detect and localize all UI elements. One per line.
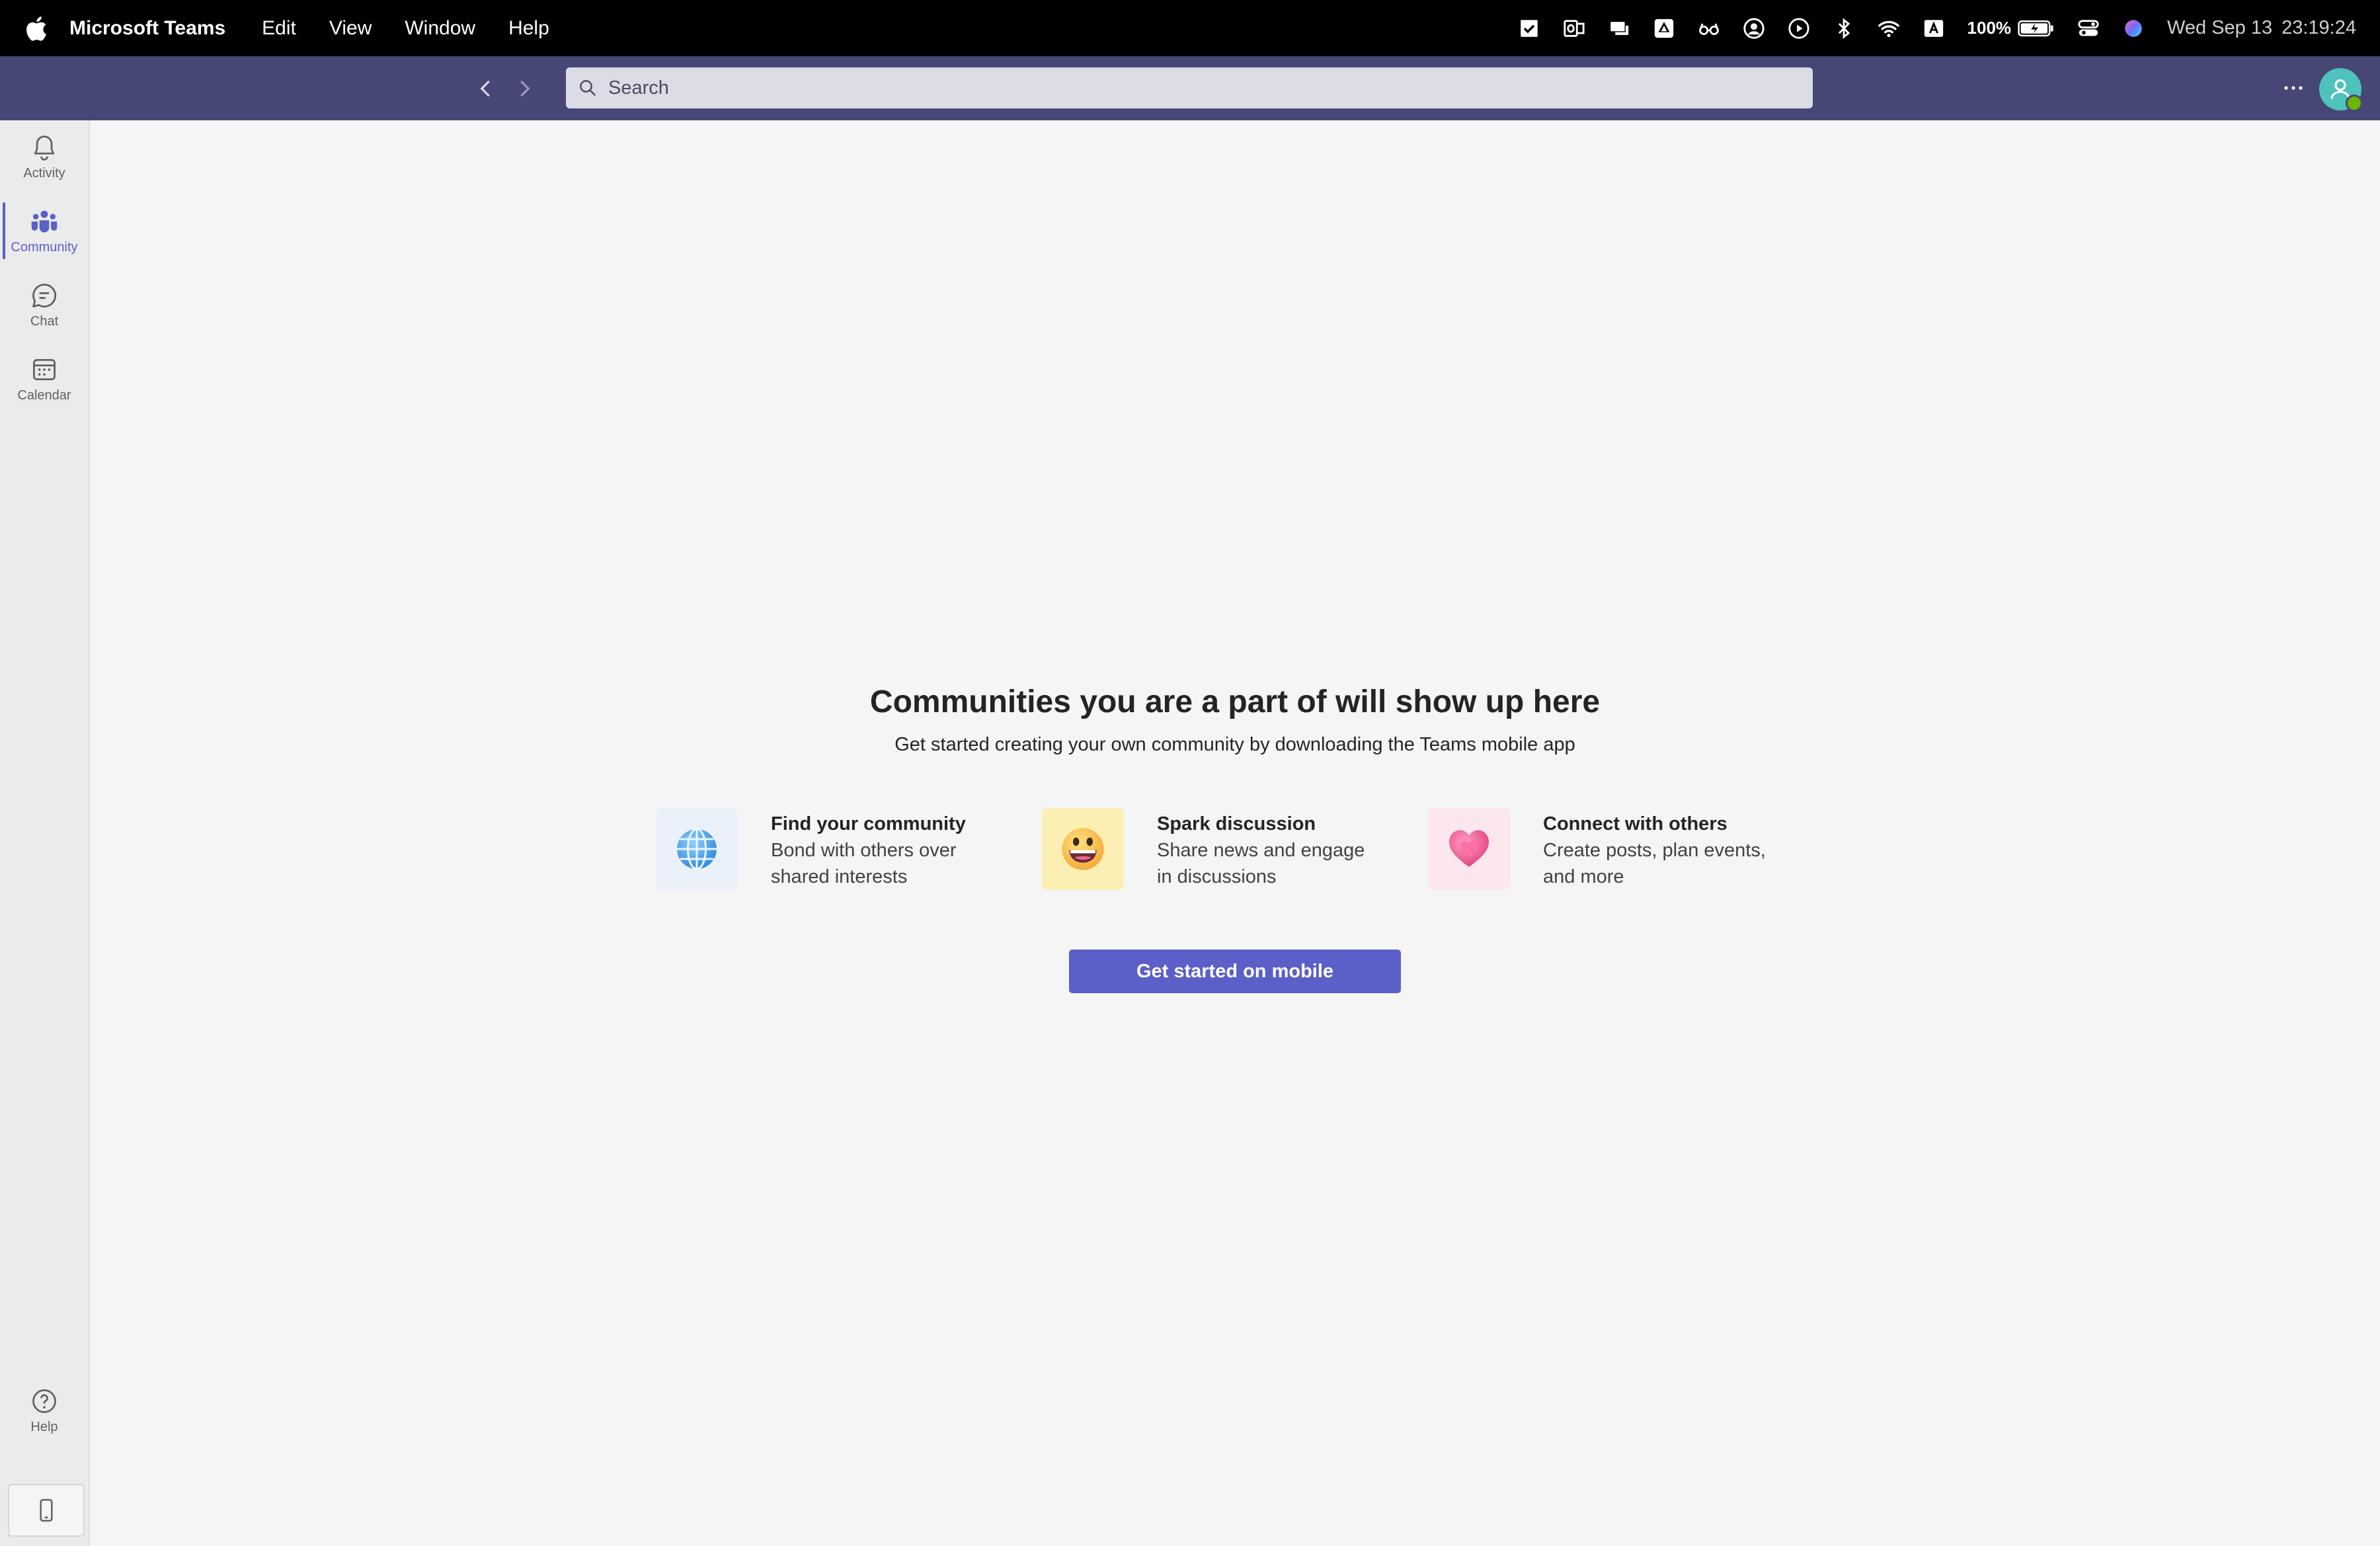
rail-item-label: Help (30, 1419, 58, 1434)
menu-window[interactable]: Window (405, 17, 475, 40)
get-started-mobile-button[interactable]: Get started on mobile (1069, 950, 1401, 993)
clock-time: 23:19:24 (2281, 17, 2356, 38)
apple-logo-icon[interactable] (24, 15, 48, 42)
app-rail: Activity Community Chat Calendar Help (0, 120, 90, 1546)
menubar-clock[interactable]: Wed Sep 13 23:19:24 (2167, 17, 2356, 39)
feature-description: Share news and engage in discussions (1157, 840, 1365, 887)
control-center-icon[interactable] (2077, 17, 2100, 40)
forward-arrow-icon[interactable] (512, 76, 537, 101)
menu-edit[interactable]: Edit (262, 17, 296, 40)
mobile-app-button[interactable] (8, 1484, 85, 1537)
rail-item-community[interactable]: Community (0, 194, 89, 267)
teams-title-bar (0, 56, 2380, 120)
input-source-icon[interactable] (1923, 17, 1945, 40)
siri-icon[interactable] (2122, 17, 2145, 40)
back-arrow-icon[interactable] (473, 76, 498, 101)
user-circle-icon[interactable] (1743, 17, 1765, 40)
community-empty-state: Communities you are a part of will show … (90, 120, 2380, 1546)
feature-find-community: Find your community Bond with others ove… (656, 808, 996, 890)
drive-icon[interactable] (1653, 17, 1675, 40)
battery-icon[interactable] (2018, 17, 2055, 40)
wifi-icon[interactable] (1878, 17, 1900, 40)
app-menu[interactable]: Microsoft Teams (69, 17, 225, 40)
heart-icon (1449, 830, 1489, 867)
chat-icon (32, 283, 57, 307)
rail-item-label: Community (11, 239, 78, 255)
feature-description: Create posts, plan events, and more (1543, 840, 1766, 887)
outlook-icon[interactable] (1563, 17, 1585, 40)
page-title: Communities you are a part of will show … (869, 684, 1601, 719)
user-avatar[interactable] (2319, 68, 2363, 112)
clock-date: Wed Sep 13 (2167, 17, 2273, 38)
rail-item-activity[interactable]: Activity (0, 120, 89, 193)
phone-icon (40, 1498, 53, 1522)
rail-item-chat[interactable]: Chat (0, 268, 89, 341)
rail-item-label: Calendar (17, 387, 71, 403)
bell-icon (34, 135, 55, 161)
macos-menu-bar: Microsoft Teams Edit View Window Help 10… (0, 0, 2380, 56)
play-circle-icon[interactable] (1788, 17, 1810, 40)
feature-title: Find your community (771, 813, 966, 834)
ellipsis-icon (2284, 86, 2303, 90)
presenter-icon[interactable] (1608, 17, 1630, 40)
globe-icon (677, 828, 717, 870)
more-options-button[interactable] (2274, 75, 2313, 101)
rail-item-label: Chat (30, 313, 59, 329)
rail-item-calendar[interactable]: Calendar (0, 343, 89, 415)
battery-percentage: 100% (1967, 18, 2012, 38)
feature-tile (1428, 808, 1510, 890)
feature-title: Spark discussion (1157, 813, 1316, 834)
search-bar[interactable] (566, 67, 1813, 108)
presence-badge (2346, 95, 2363, 112)
menu-help[interactable]: Help (508, 17, 549, 40)
community-icon (31, 210, 58, 232)
feature-connect-others: Connect with others Create posts, plan e… (1428, 808, 1768, 890)
calendar-icon (33, 358, 56, 380)
bluetooth-icon[interactable] (1833, 17, 1855, 40)
checkmark-app-icon[interactable] (1518, 17, 1540, 40)
grinning-face-icon (1062, 828, 1104, 870)
feature-title: Connect with others (1543, 813, 1727, 834)
glasses-icon[interactable] (1698, 17, 1720, 40)
rail-item-label: Activity (23, 165, 65, 181)
help-icon (32, 1389, 56, 1413)
menu-view[interactable]: View (329, 17, 372, 40)
search-icon (580, 80, 596, 97)
feature-description: Bond with others over shared interests (771, 840, 957, 887)
feature-spark-discussion: Spark discussion Share news and engage i… (1042, 808, 1382, 890)
page-subtitle: Get started creating your own community … (894, 734, 1575, 755)
search-input[interactable] (607, 76, 1786, 100)
feature-tile (1042, 808, 1124, 890)
rail-item-help[interactable]: Help (0, 1374, 89, 1447)
feature-tile (656, 808, 738, 890)
